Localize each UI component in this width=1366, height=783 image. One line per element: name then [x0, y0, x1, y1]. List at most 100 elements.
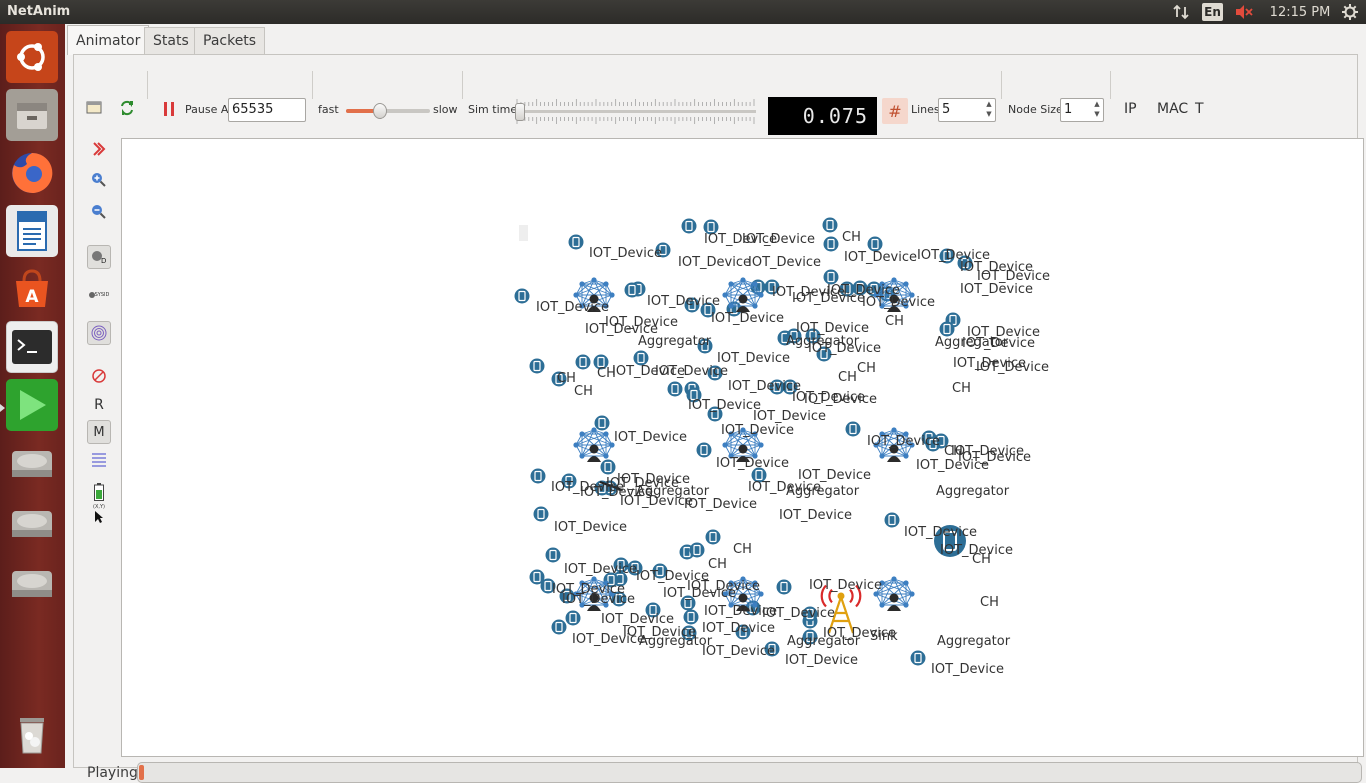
- node-label: IOT_Device: [931, 662, 1004, 677]
- node-label: IOT_Device: [711, 311, 784, 326]
- lines-spinbox[interactable]: 5 ▲ ▼: [938, 98, 996, 122]
- progress-bar-fill: [139, 765, 144, 780]
- node-label: IOT_Device: [678, 255, 751, 270]
- node-label: IOT_Device: [753, 409, 826, 424]
- node-label: CH: [574, 384, 593, 399]
- node-label: IOT_Device: [562, 592, 635, 607]
- iot-device-node: [689, 542, 705, 558]
- netanim-window: Animator Stats Packets Pause At 65535 fa…: [65, 24, 1366, 783]
- show-routes-toggle[interactable]: R: [87, 393, 111, 417]
- tab-stats[interactable]: Stats: [144, 27, 198, 54]
- files-icon[interactable]: [6, 89, 58, 141]
- terminal-icon[interactable]: [6, 321, 58, 373]
- node-size-value: 1: [1064, 102, 1073, 117]
- node-label: IOT_Device: [728, 379, 801, 394]
- node-label: Sink: [870, 629, 898, 644]
- show-node-id-icon[interactable]: D: [87, 245, 111, 269]
- spin-up-icon[interactable]: ▲: [984, 100, 994, 108]
- node-label: CH: [708, 557, 727, 572]
- software-center-icon[interactable]: A: [6, 263, 58, 315]
- tab-animator[interactable]: Animator: [67, 25, 150, 55]
- spin-down-icon[interactable]: ▼: [984, 110, 994, 118]
- iot-device-node: [600, 459, 616, 475]
- svg-text:D: D: [101, 257, 106, 265]
- zoom-out-icon[interactable]: [87, 200, 111, 224]
- grid-toggle-icon[interactable]: #: [882, 98, 908, 124]
- network-topology-scene: IOT_Device IOT_Device IOT_Device IOT_Device…: [514, 217, 1050, 677]
- iot-device-node: [514, 288, 530, 304]
- pause-at-input[interactable]: 65535: [228, 98, 306, 122]
- iot-device-node: [545, 547, 561, 563]
- node-label: IOT_Device: [536, 300, 609, 315]
- show-sysid-icon[interactable]: SYSID: [87, 283, 111, 307]
- iot-device-node: [884, 512, 900, 528]
- node-label: IOT_Device: [867, 434, 940, 449]
- iot-device-node: [565, 610, 581, 626]
- ip-toggle[interactable]: IP: [1124, 101, 1137, 117]
- show-wireless-circles-icon[interactable]: [87, 321, 111, 345]
- node-label: CH: [838, 370, 857, 385]
- node-label: IOT_Device: [779, 508, 852, 523]
- progress-bar: [137, 762, 1362, 783]
- volume-muted-icon[interactable]: [1233, 2, 1255, 22]
- node-size-select[interactable]: 1 ▲ ▼: [1060, 98, 1104, 122]
- mac-toggle[interactable]: MAC: [1157, 101, 1188, 117]
- iot-device-node: [910, 650, 926, 666]
- node-label: IOT_Device: [862, 295, 935, 310]
- pause-icon[interactable]: [164, 102, 174, 116]
- iot-device-node: [823, 236, 839, 252]
- node-label: CH: [885, 314, 904, 329]
- netanim-icon[interactable]: [6, 379, 58, 431]
- node-label: Aggregator: [937, 634, 1011, 649]
- battery-icon[interactable]: [87, 480, 111, 504]
- network-arrows-icon[interactable]: [1171, 2, 1191, 22]
- spin-up-icon[interactable]: ▲: [1092, 100, 1102, 108]
- sim-time-slider[interactable]: [515, 95, 756, 127]
- keyboard-layout-icon[interactable]: En: [1202, 3, 1223, 21]
- iot-device-node: [681, 218, 697, 234]
- node-label: CH: [980, 595, 999, 610]
- node-label: IOT_Device: [785, 653, 858, 668]
- libreoffice-writer-icon[interactable]: [6, 205, 58, 257]
- iot-device-node: [529, 358, 545, 374]
- spin-down-icon[interactable]: ▼: [1092, 110, 1102, 118]
- node-label: IOT_Device: [702, 621, 775, 636]
- node-label: IOT_Device: [960, 282, 1033, 297]
- node-label: IOT_Device: [564, 562, 637, 577]
- t-toggle[interactable]: T: [1195, 101, 1204, 117]
- firefox-icon[interactable]: [6, 147, 58, 199]
- node-label: IOT_Device: [614, 430, 687, 445]
- cluster-head-icon: [573, 427, 615, 462]
- reload-icon[interactable]: [119, 100, 135, 116]
- iot-device-node: [594, 415, 610, 431]
- disk-drive-icon[interactable]: [6, 497, 58, 549]
- iot-device-node: [705, 529, 721, 545]
- sim-time-display: 0.075: [768, 97, 877, 135]
- trash-icon[interactable]: [6, 708, 58, 760]
- node-label: CH: [972, 552, 991, 567]
- show-meta-toggle[interactable]: M: [87, 420, 111, 444]
- disk-drive-icon[interactable]: [6, 437, 58, 489]
- animation-canvas[interactable]: IOT_Device IOT_Device IOT_Device IOT_Device…: [121, 138, 1364, 757]
- zoom-in-icon[interactable]: [87, 168, 111, 192]
- iot-device-node: [696, 442, 712, 458]
- fast-forward-icon[interactable]: [87, 137, 111, 161]
- no-packet-filter-icon[interactable]: [87, 364, 111, 388]
- sim-time-handle[interactable]: [515, 103, 525, 121]
- iot-device-node: [845, 421, 861, 437]
- node-label: CH: [857, 361, 876, 376]
- packet-list-icon[interactable]: [87, 448, 111, 472]
- clock[interactable]: 12:15 PM: [1268, 2, 1332, 22]
- lines-label: Lines: [911, 103, 940, 116]
- mouse-position-icon[interactable]: (X,Y): [87, 502, 111, 526]
- tab-packets[interactable]: Packets: [194, 27, 266, 54]
- disk-drive-icon[interactable]: [6, 557, 58, 609]
- iot-device-node: [575, 354, 591, 370]
- open-file-icon[interactable]: [86, 100, 102, 114]
- speed-slider-track[interactable]: [346, 103, 430, 119]
- power-gear-icon[interactable]: [1340, 2, 1360, 22]
- speed-slider-handle[interactable]: [372, 103, 387, 119]
- ubuntu-dash-icon[interactable]: [6, 31, 58, 83]
- node-label: CH: [597, 366, 616, 381]
- lines-value: 5: [942, 102, 951, 117]
